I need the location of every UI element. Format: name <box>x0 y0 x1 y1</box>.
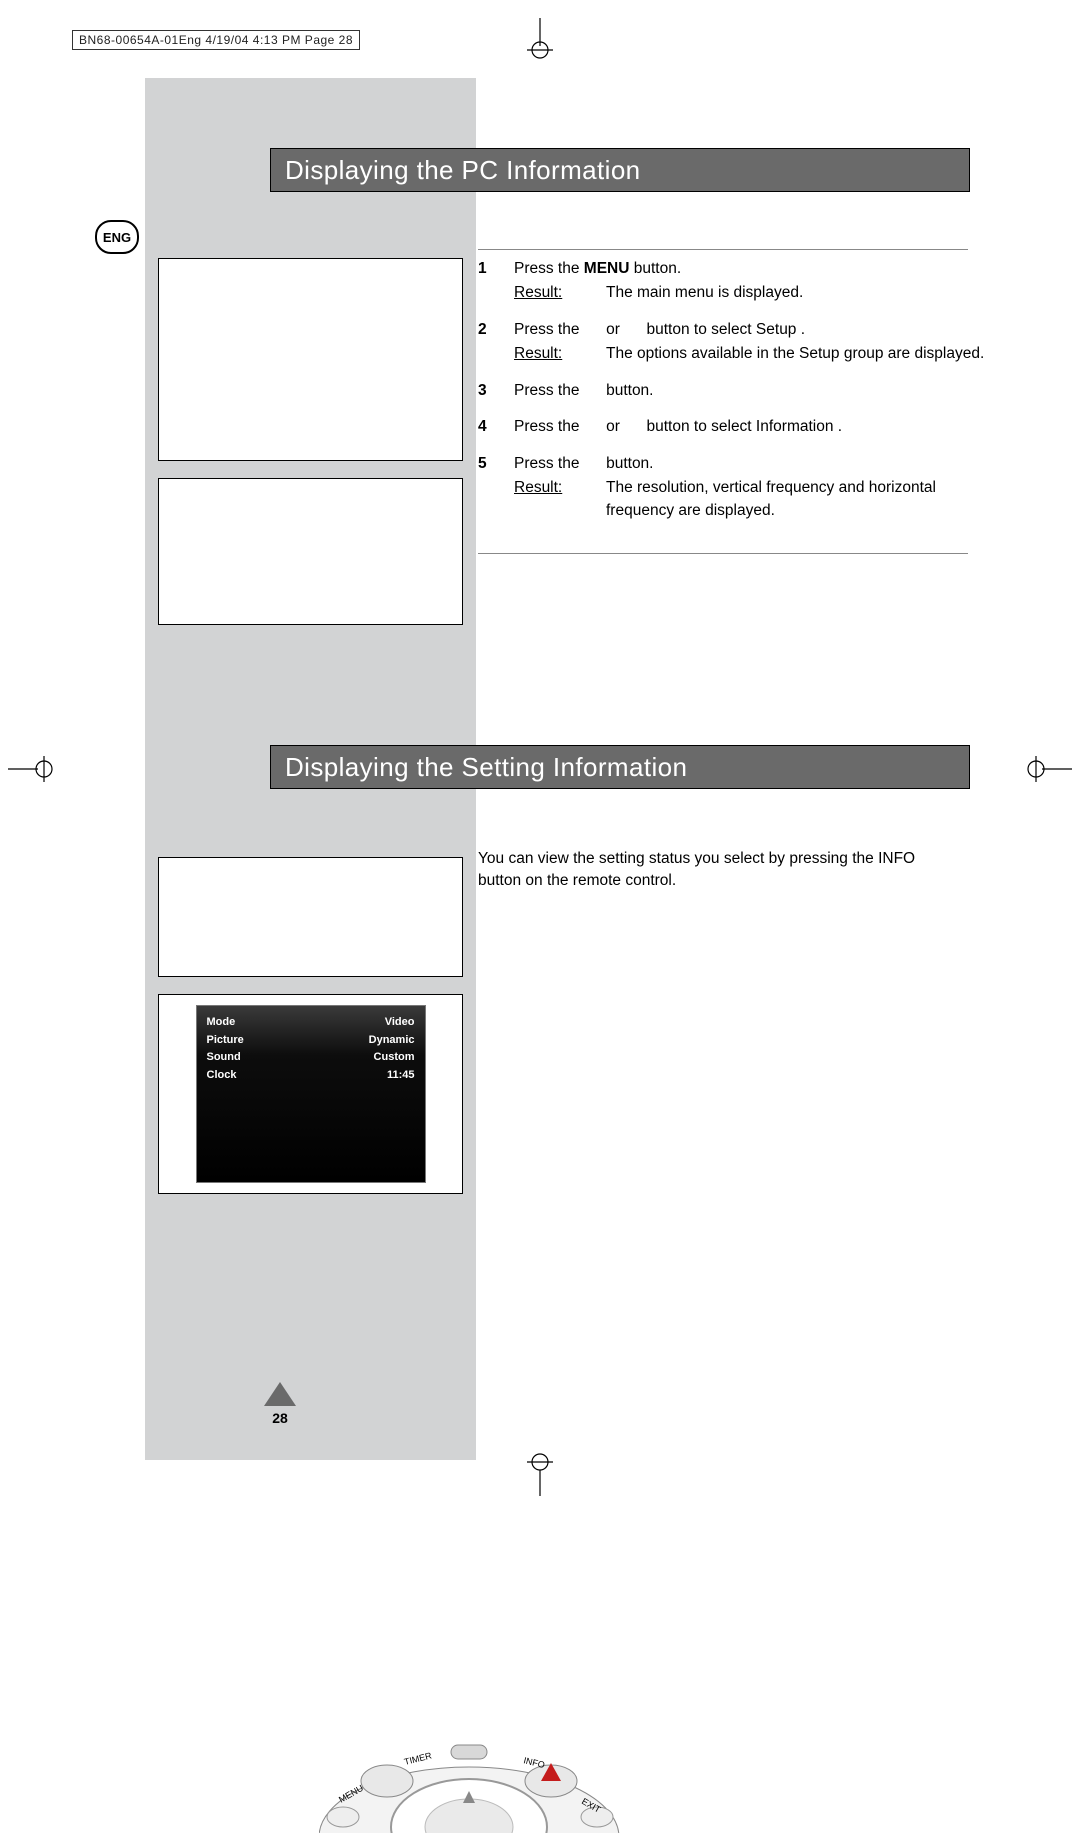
section-title-text: Displaying the PC Information <box>285 155 641 186</box>
osd-row: Clock 11:45 <box>207 1067 415 1085</box>
step-number: 1 <box>478 258 514 305</box>
language-badge: ENG <box>95 220 139 254</box>
manual-page: BN68-00654A-01Eng 4/19/04 4:13 PM Page 2… <box>0 0 1080 1525</box>
instruction-steps: 1 Press the MENU button. Result: The mai… <box>478 258 988 536</box>
osd-row: Sound Custom <box>207 1049 415 1067</box>
osd-val: Custom <box>374 1049 415 1067</box>
osd-val: Video <box>385 1014 415 1032</box>
osd-key: Clock <box>207 1067 237 1085</box>
step-number: 5 <box>478 453 514 522</box>
osd-key: Picture <box>207 1032 244 1050</box>
section-title-pc-information: Displaying the PC Information <box>270 148 970 192</box>
result-label: Result: <box>514 343 606 365</box>
osd-val: Dynamic <box>369 1032 415 1050</box>
osd-row: Picture Dynamic <box>207 1032 415 1050</box>
osd-key: Sound <box>207 1049 241 1067</box>
osd-key: Mode <box>207 1014 236 1032</box>
step-row: 4 Press the or button to select Informat… <box>478 416 988 438</box>
step-text: button to select Setup . <box>642 321 805 338</box>
crop-mark-right <box>1022 750 1072 793</box>
step-text: button. <box>602 382 654 399</box>
remote-label-timer: TIMER <box>403 1750 433 1767</box>
crop-mark-top <box>521 18 559 62</box>
section-title-setting-information: Displaying the Setting Information <box>270 745 970 789</box>
crop-mark-left <box>8 750 58 793</box>
page-number: 28 <box>250 1410 310 1426</box>
step-text: Press the <box>514 382 584 399</box>
page-number-triangle-icon <box>264 1382 296 1406</box>
section-title-text: Displaying the Setting Information <box>285 752 687 783</box>
result-text: The options available in the Setup group… <box>606 343 988 365</box>
step-number: 3 <box>478 380 514 402</box>
menu-bold: MENU <box>584 260 630 277</box>
divider <box>478 553 968 554</box>
step-body: Press the MENU button. Result: The main … <box>514 258 988 305</box>
remote-label-info: INFO <box>523 1755 546 1770</box>
step-text: Press the <box>514 455 584 472</box>
step-text: button. <box>602 455 654 472</box>
step-body: Press the button. Result: The resolution… <box>514 453 988 522</box>
osd-val: 11:45 <box>387 1067 415 1085</box>
step-row: 3 Press the button. <box>478 380 988 402</box>
result-label: Result: <box>514 282 606 304</box>
step-row: 2 Press the or button to select Setup . … <box>478 319 988 366</box>
remote-illustration: MENU TIMER INFO EXIT <box>319 1717 620 1833</box>
page-number-block: 28 <box>250 1382 310 1426</box>
prepress-header: BN68-00654A-01Eng 4/19/04 4:13 PM Page 2… <box>72 30 360 50</box>
step-text: button. <box>629 260 681 277</box>
step-text: Press the <box>514 321 584 338</box>
step-body: Press the or button to select Setup . Re… <box>514 319 988 366</box>
step-text: Press the <box>514 418 584 435</box>
divider <box>478 249 968 250</box>
illustration-placeholder-2 <box>158 478 463 625</box>
section2-paragraph: You can view the setting status you sele… <box>478 848 948 891</box>
step-body: Press the button. <box>514 380 988 402</box>
step-text: button to select Information . <box>642 418 842 435</box>
osd-info-box: Mode Video Picture Dynamic Sound Custom … <box>158 994 463 1194</box>
illustration-placeholder-1 <box>158 258 463 461</box>
crop-mark-bottom <box>521 1452 559 1501</box>
osd-row: Mode Video <box>207 1014 415 1032</box>
osd-inner: Mode Video Picture Dynamic Sound Custom … <box>196 1005 426 1183</box>
result-text: The main menu is displayed. <box>606 282 988 304</box>
step-row: 1 Press the MENU button. Result: The mai… <box>478 258 988 305</box>
step-number: 2 <box>478 319 514 366</box>
result-text: The resolution, vertical frequency and h… <box>606 477 988 522</box>
step-text: Press the <box>514 260 584 277</box>
step-text: or <box>602 418 624 435</box>
step-number: 4 <box>478 416 514 438</box>
step-text: or <box>602 321 624 338</box>
remote-illustration-box: MENU TIMER INFO EXIT <box>158 857 463 977</box>
result-label: Result: <box>514 477 606 522</box>
step-body: Press the or button to select Informatio… <box>514 416 988 438</box>
step-row: 5 Press the button. Result: The resoluti… <box>478 453 988 522</box>
